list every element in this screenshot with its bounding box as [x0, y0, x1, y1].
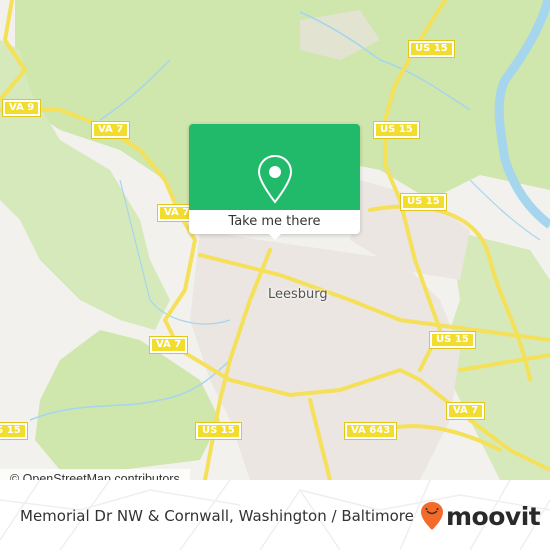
map-attribution[interactable]: © OpenStreetMap contributors	[0, 469, 190, 480]
map-view[interactable]: Leesburg VA 9 VA 7 US 15 US 15 VA 7 US 1…	[0, 0, 550, 480]
route-shield: US 15	[429, 331, 476, 349]
route-shield: VA 643	[343, 422, 398, 440]
route-shield: US 15	[408, 40, 455, 58]
moovit-smile-pin-icon	[421, 502, 443, 530]
park-area	[35, 330, 220, 470]
popup-header	[189, 124, 360, 210]
take-me-there-button[interactable]: Take me there	[189, 210, 360, 234]
moovit-wordmark: moovit	[446, 501, 541, 531]
route-shield: US 15	[373, 121, 420, 139]
town-label: Leesburg	[268, 287, 328, 302]
map-pin-icon	[257, 154, 293, 204]
route-shield: VA 7	[445, 402, 486, 420]
moovit-logo[interactable]: moovit	[420, 501, 541, 531]
route-shield: VA 7	[148, 336, 189, 354]
route-shield: VA 9	[1, 99, 42, 117]
location-popup: Take me there	[189, 124, 360, 240]
route-shield: US 15	[0, 422, 28, 440]
route-shield: VA 7	[90, 121, 131, 139]
route-shield: US 15	[400, 193, 447, 211]
footer: Memorial Dr NW & Cornwall, Washington / …	[0, 480, 550, 550]
route-shield: US 15	[195, 422, 242, 440]
stop-title: Memorial Dr NW & Cornwall, Washington / …	[20, 507, 414, 525]
popup-pointer	[267, 232, 283, 240]
